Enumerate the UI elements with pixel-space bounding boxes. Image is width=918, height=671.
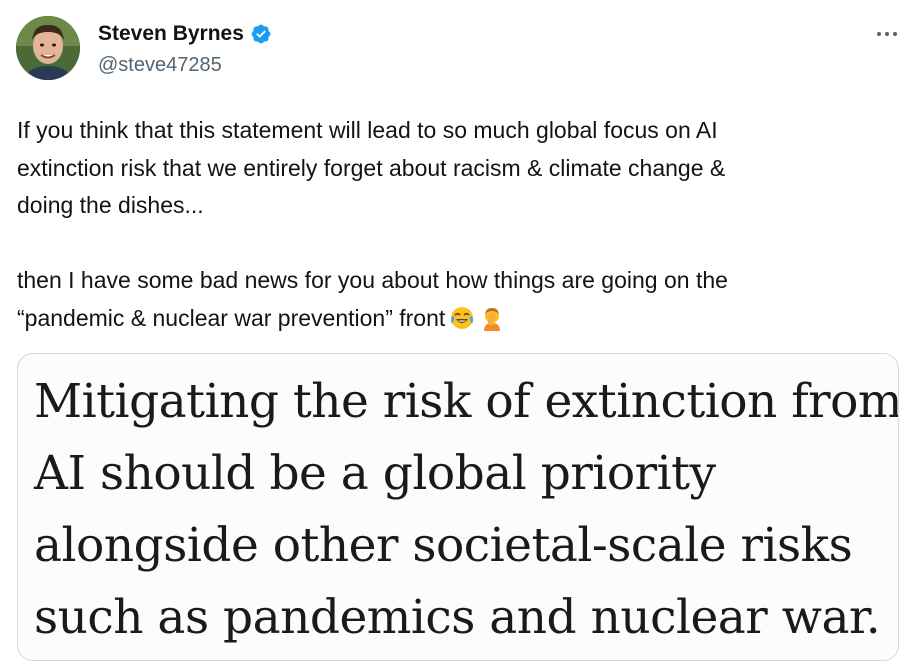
tweet-text-line: extinction risk that we entirely forget … [17, 154, 726, 181]
tweet-media-image[interactable]: Mitigating the risk of extinction from A… [17, 353, 899, 661]
tweet-text: If you think that this statement will le… [17, 112, 897, 342]
ellipsis-icon [877, 32, 897, 36]
verified-badge-icon[interactable] [250, 23, 272, 45]
face-with-tears-of-joy-icon [449, 305, 475, 343]
avatar[interactable] [16, 16, 80, 80]
tweet-text-line: If you think that this statement will le… [17, 117, 718, 143]
author-name-row: Steven Byrnes [98, 22, 272, 46]
statement-line: alongside other societal-scale risks [34, 518, 853, 573]
author-display-name[interactable]: Steven Byrnes [98, 22, 244, 46]
tweet-text-line: then I have some bad news for you about … [17, 267, 728, 293]
tweet-text-line: “pandemic & nuclear war prevention” fron… [17, 304, 446, 331]
person-facepalming-icon [479, 305, 505, 343]
tweet-text-line: doing the dishes... [17, 192, 204, 218]
statement-image-text: Mitigating the risk of extinction from A… [34, 366, 899, 654]
profile-photo [16, 16, 80, 80]
statement-line: such as pandemics and nuclear war. [34, 590, 881, 645]
statement-line: Mitigating the risk of extinction from [34, 374, 899, 429]
more-options-button[interactable] [870, 20, 904, 48]
statement-line: AI should be a global priority [34, 446, 716, 501]
tweet-text-line-with-emoji: “pandemic & nuclear war prevention” fron… [17, 300, 897, 343]
author-handle[interactable]: @steve47285 [98, 54, 222, 77]
